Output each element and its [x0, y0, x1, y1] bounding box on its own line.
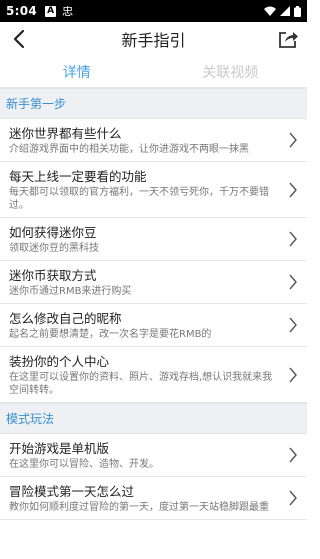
- list-item-title: 开始游戏是单机版: [9, 441, 110, 456]
- chevron-right-icon: [289, 182, 297, 197]
- chevron-right-icon: [289, 274, 297, 290]
- list-item[interactable]: 怎么修改自己的昵称 起名之前要想清楚，改一次名字是要花RMB的: [0, 304, 307, 347]
- chevron-right-icon: [289, 367, 297, 382]
- list-item[interactable]: 迷你世界都有些什么 介绍游戏界面中的相关功能，让你进游戏不两眼一抹黑: [0, 119, 307, 162]
- list-item-title: 怎么修改自己的昵称: [9, 311, 122, 326]
- list-item[interactable]: 迷你币获取方式 迷你币通过RMB来进行购买: [0, 261, 307, 304]
- status-bar: 5:04 A 忠: [0, 0, 307, 22]
- chevron-right-icon: [289, 132, 297, 148]
- list-item-desc: 在这里可以设置你的资料、照片、游戏存档,想认识我就来我空间转转。: [9, 372, 273, 396]
- list-item-desc: 领取迷你豆的黑科技: [9, 243, 99, 254]
- list-item-desc: 起名之前要想清楚，改一次名字是要花RMB的: [9, 329, 212, 340]
- section-header-beginner: 新手第一步: [0, 88, 307, 119]
- page-title: 新手指引: [121, 31, 186, 50]
- battery-icon: [294, 5, 301, 17]
- tab-bar: 详情 关联视频: [0, 56, 307, 88]
- list-item-title: 冒险模式第一天怎么过: [9, 484, 135, 499]
- chevron-right-icon: [289, 490, 297, 506]
- status-time: 5:04: [6, 4, 38, 18]
- list-item[interactable]: 如何获得迷你豆 领取迷你豆的黑科技: [0, 218, 307, 261]
- list-item[interactable]: 冒险模式第一天怎么过 教你如何顺利度过冒险的第一天，度过第一天站稳脚跟最重: [0, 477, 307, 520]
- list-item[interactable]: 每天上线一定要看的功能 每天都可以领取的官方福利，一天不领亏死你，千万不要错过。: [0, 162, 307, 218]
- list-item-desc: 教你如何顺利度过冒险的第一天，度过第一天站稳脚跟最重: [9, 502, 269, 513]
- chevron-right-icon: [289, 231, 297, 247]
- tab-details[interactable]: 详情: [0, 56, 154, 87]
- wifi-icon: [264, 6, 276, 16]
- list-item-desc: 在这里你可以冒险、造物、开发。: [9, 459, 159, 470]
- tab-related-videos[interactable]: 关联视频: [154, 56, 308, 87]
- chevron-right-icon: [289, 317, 297, 333]
- share-icon[interactable]: [277, 28, 299, 50]
- list-item-title: 迷你世界都有些什么: [9, 126, 122, 141]
- list-item-desc: 介绍游戏界面中的相关功能，让你进游戏不两眼一抹黑: [9, 144, 249, 155]
- list-item-title: 迷你币获取方式: [9, 268, 97, 283]
- nav-bar: 新手指引: [0, 22, 307, 56]
- signal-icon: [280, 6, 290, 16]
- section-header-modes: 模式玩法: [0, 403, 307, 434]
- list-item-desc: 每天都可以领取的官方福利，一天不领亏死你，千万不要错过。: [9, 187, 269, 211]
- list-item[interactable]: 装扮你的个人中心 在这里可以设置你的资料、照片、游戏存档,想认识我就来我空间转转…: [0, 347, 307, 403]
- notification-app-icon: A: [45, 5, 57, 17]
- notification-glyph-icon: 忠: [62, 5, 74, 18]
- list-item-desc: 迷你币通过RMB来进行购买: [9, 286, 132, 297]
- chevron-right-icon: [289, 447, 297, 463]
- list-item-title: 如何获得迷你豆: [9, 225, 97, 240]
- list-item-title: 装扮你的个人中心: [9, 354, 110, 369]
- list-item[interactable]: 开始游戏是单机版 在这里你可以冒险、造物、开发。: [0, 434, 307, 477]
- back-arrow-icon[interactable]: [8, 27, 32, 51]
- list-item-title: 每天上线一定要看的功能: [9, 169, 147, 184]
